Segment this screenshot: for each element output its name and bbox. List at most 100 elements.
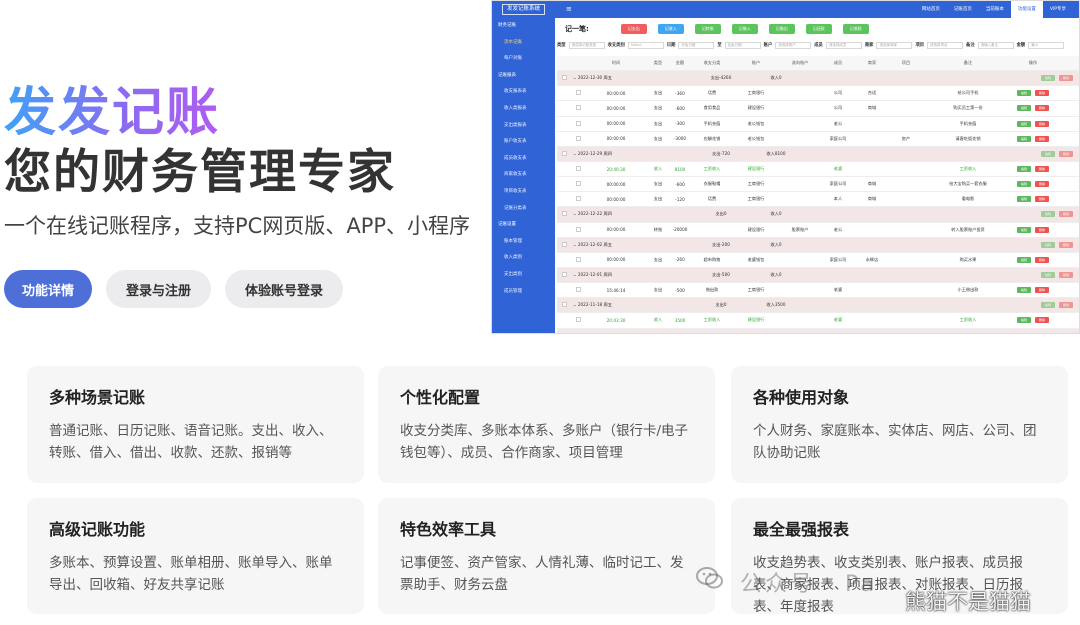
checkbox-icon[interactable] — [575, 196, 581, 202]
checkbox-icon[interactable] — [575, 166, 581, 172]
edit-button[interactable]: 编辑 — [1017, 181, 1031, 188]
menu-icon[interactable]: ≡ — [566, 4, 572, 14]
row-checkbox[interactable] — [571, 120, 585, 127]
delete-button[interactable]: 删除 — [1035, 256, 1049, 263]
row-checkbox[interactable] — [571, 226, 585, 233]
filter-input[interactable]: 开始日期 — [678, 41, 715, 49]
checkbox-icon[interactable] — [575, 181, 581, 187]
quick-add-button[interactable]: 记转账 — [694, 24, 721, 34]
sidebar-group-finance[interactable]: 财务记账 — [492, 18, 555, 35]
edit-button[interactable]: 编辑 — [1017, 120, 1031, 127]
quick-add-button[interactable]: 记支出 — [620, 24, 647, 34]
sidebar-item-report-6[interactable]: 商家收支表 — [492, 167, 555, 184]
table-day-row[interactable]: ⌄ 2022-11-01 周二支出-6800收入0 编辑 删除 — [557, 328, 1079, 333]
table-day-row[interactable]: ⌄ 2022-12-30 周五 支出-4260 收入0 编辑 删除 — [557, 71, 1079, 87]
row-checkbox[interactable] — [571, 256, 585, 263]
edit-button[interactable]: 编辑 — [1041, 272, 1055, 279]
delete-button[interactable]: 删除 — [1035, 287, 1049, 294]
nav-current-ledger[interactable]: 当前账本 — [979, 1, 1011, 18]
edit-button[interactable]: 编辑 — [1017, 135, 1031, 142]
checkbox-icon[interactable] — [561, 150, 567, 156]
delete-button[interactable]: 删除 — [1035, 196, 1049, 203]
sidebar-item-flow[interactable]: 流水记账 — [492, 35, 555, 52]
checkbox-icon[interactable] — [575, 287, 581, 293]
checkbox-icon[interactable] — [575, 90, 581, 96]
edit-button[interactable]: 编辑 — [1017, 196, 1031, 203]
sidebar-item-report-8[interactable]: 记账分类表 — [492, 201, 555, 218]
sidebar-item-report-7[interactable]: 项目收支表 — [492, 184, 555, 201]
row-checkbox[interactable] — [571, 135, 585, 142]
table-day-row[interactable]: ⌄ 2022-12-02 周五 支出-200 收入0 编辑 删除 — [557, 237, 1079, 253]
edit-button[interactable]: 编辑 — [1017, 105, 1031, 112]
table-day-row[interactable]: ⌄ 2022-11-18 周五 支出0 收入3500 编辑 删除 — [557, 298, 1079, 314]
edit-button[interactable]: 编辑 — [1041, 211, 1055, 218]
checkbox-icon[interactable] — [575, 120, 581, 126]
edit-button[interactable]: 编辑 — [1017, 90, 1031, 97]
delete-button[interactable]: 删除 — [1035, 317, 1049, 324]
sidebar-item-expense-cat[interactable]: 支出类别 — [492, 267, 555, 284]
checkbox-icon[interactable] — [561, 241, 567, 247]
table-row[interactable]: 00:00:00 支出 -300 手机充值 老公钱包 老公 手机充值 编辑 删除 — [557, 117, 1079, 132]
delete-button[interactable]: 删除 — [1035, 90, 1049, 97]
sidebar-item-members[interactable]: 成员管理 — [492, 284, 555, 301]
checkbox-icon[interactable] — [575, 135, 581, 141]
delete-button[interactable]: 删除 — [1035, 166, 1049, 173]
edit-button[interactable]: 编辑 — [1041, 75, 1055, 82]
table-row[interactable]: 00:00:00 支出 -3000 应酬花销 老公钱包 家庭公司 房产 请客吃饭花销 编辑 删除 — [557, 132, 1079, 147]
filter-input[interactable]: 结束日期 — [724, 41, 761, 49]
sidebar-item-report-2[interactable]: 收入类报表 — [492, 101, 555, 118]
table-row[interactable]: 00:00:00 支出 -600 食用食品 建设银行 公司 商城 购买员工第一份 编辑 删除 — [557, 101, 1079, 117]
checkbox-icon[interactable] — [561, 332, 567, 333]
edit-button[interactable]: 编辑 — [1017, 256, 1031, 263]
table-row[interactable]: 00:00:00 支出 -120 话费 工商银行 本人 商城 看电影 编辑 删除 — [557, 192, 1079, 208]
row-checkbox[interactable] — [557, 332, 571, 333]
table-row[interactable]: 15:46:14 支出 -500 借出款 工商银行 老婆 小王借出款 编辑 删除 — [557, 283, 1079, 299]
row-checkbox[interactable] — [571, 196, 585, 202]
sidebar-group-reports[interactable]: 记账报表 — [492, 68, 555, 85]
delete-button[interactable]: 删除 — [1059, 75, 1073, 82]
table-row[interactable]: 00:00:00 支出 -260 超市购物 老婆钱包 家庭公司 永辉店 购买水果 编辑 删除 — [557, 253, 1079, 268]
filter-input[interactable]: 请选择记账类型 — [568, 41, 605, 49]
filter-input[interactable]: 请选择项目 — [927, 41, 964, 49]
quick-add-button[interactable]: 记收款 — [842, 24, 869, 34]
feature-details-button[interactable]: 功能详情 — [4, 270, 92, 308]
filter-input[interactable]: 请输入备注 — [977, 41, 1014, 49]
sidebar-item-income-cat[interactable]: 收入类别 — [492, 250, 555, 267]
table-row[interactable]: 20:40:30 收入 8100 工资收入 建设银行 老婆 工资收入 编辑 删除 — [557, 162, 1079, 178]
checkbox-icon[interactable] — [575, 256, 581, 262]
delete-button[interactable]: 删除 — [1059, 302, 1073, 309]
delete-button[interactable]: 删除 — [1035, 135, 1049, 142]
row-checkbox[interactable] — [571, 166, 585, 172]
edit-button[interactable]: 编辑 — [1041, 332, 1055, 333]
row-checkbox[interactable] — [571, 317, 585, 323]
sidebar-item-reconcile[interactable]: 每户对账 — [492, 51, 555, 68]
checkbox-icon[interactable] — [561, 75, 567, 81]
quick-add-button[interactable]: 记借入 — [731, 24, 758, 34]
table-day-row[interactable]: ⌄ 2022-12-29 周四 支出-720 收入8100 编辑 删除 — [557, 146, 1079, 162]
delete-button[interactable]: 删除 — [1059, 272, 1073, 279]
row-checkbox[interactable] — [557, 150, 571, 157]
checkbox-icon[interactable] — [561, 272, 567, 278]
row-checkbox[interactable] — [557, 241, 571, 248]
delete-button[interactable]: 删除 — [1035, 105, 1049, 112]
sidebar-item-ledgers[interactable]: 账本管理 — [492, 234, 555, 251]
quick-add-button[interactable]: 记还款 — [805, 24, 832, 34]
nav-settings[interactable]: 功能设置 — [1010, 1, 1043, 18]
table-row[interactable]: 00:00:00 转账 -20000 建设银行 股票账户 老公 转入股票账户投资 编辑 删除 — [557, 223, 1079, 238]
sidebar-item-report-5[interactable]: 成员收支表 — [492, 151, 555, 168]
edit-button[interactable]: 编辑 — [1017, 166, 1031, 173]
login-register-button[interactable]: 登录与注册 — [106, 270, 212, 308]
delete-button[interactable]: 删除 — [1035, 226, 1049, 233]
table-row[interactable]: 00:00:00 支出 -600 衣服鞋帽 工商银行 家庭公司 商城 给大宝购买一套衣服 编辑删… — [557, 177, 1079, 193]
checkbox-icon[interactable] — [575, 105, 581, 111]
checkbox-icon[interactable] — [575, 226, 581, 232]
edit-button[interactable]: 编辑 — [1017, 317, 1031, 324]
edit-button[interactable]: 编辑 — [1041, 241, 1055, 248]
row-checkbox[interactable] — [571, 287, 585, 293]
edit-button[interactable]: 编辑 — [1017, 226, 1031, 233]
delete-button[interactable]: 删除 — [1035, 181, 1049, 188]
delete-button[interactable]: 删除 — [1059, 332, 1073, 333]
row-checkbox[interactable] — [557, 302, 571, 308]
row-checkbox[interactable] — [571, 181, 585, 187]
nav-vip[interactable]: VIP专享 — [1043, 1, 1073, 18]
